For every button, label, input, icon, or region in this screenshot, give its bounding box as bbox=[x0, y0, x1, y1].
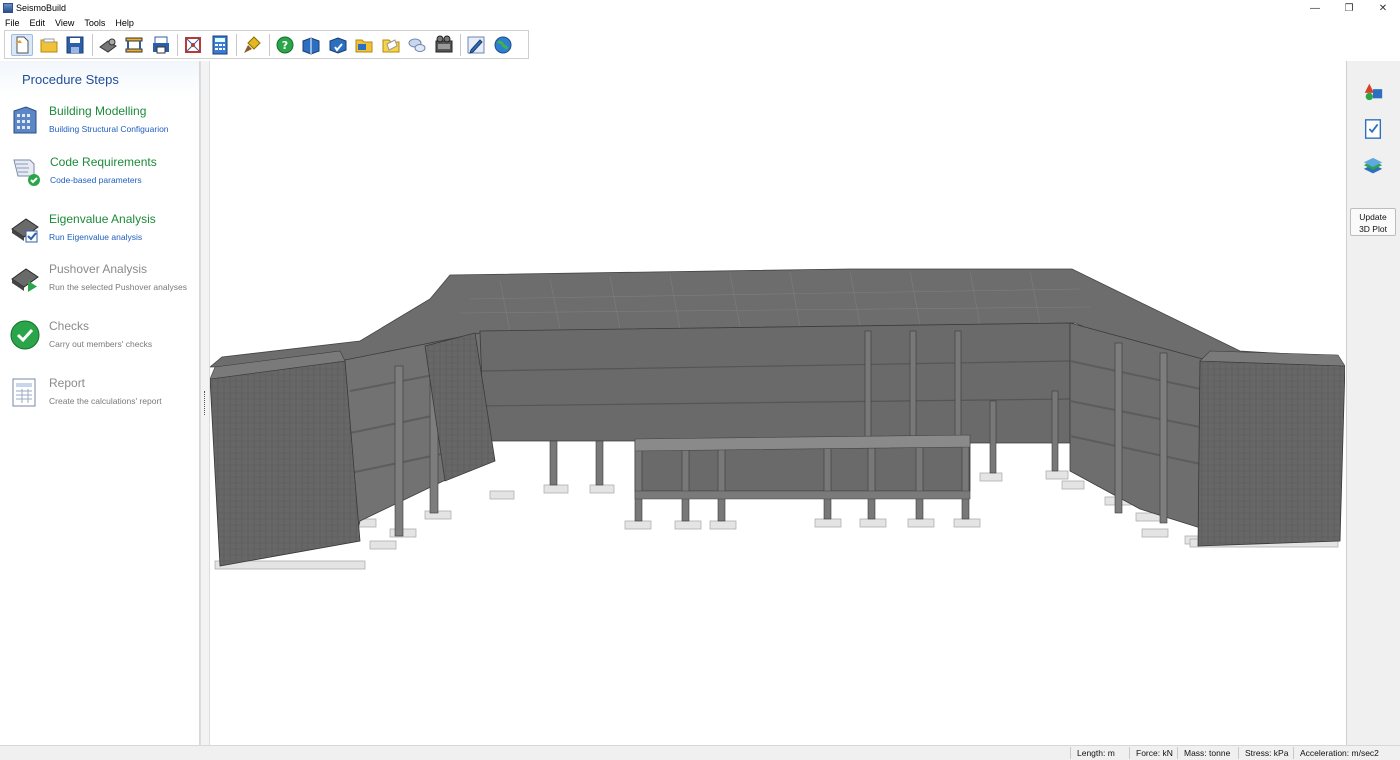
toolbar-separator bbox=[236, 33, 237, 56]
step-building-modelling[interactable]: Building Modelling Building Structural C… bbox=[0, 101, 200, 151]
step-title: Code Requirements bbox=[50, 155, 157, 169]
new-file-icon[interactable] bbox=[11, 33, 33, 56]
panel-splitter[interactable] bbox=[200, 61, 210, 745]
status-separator bbox=[1177, 747, 1178, 759]
step-description: Code-based parameters bbox=[50, 175, 142, 185]
step-description: Run the selected Pushover analyses bbox=[49, 282, 187, 292]
status-force: Force: kN bbox=[1136, 748, 1173, 758]
step-title: Eigenvalue Analysis bbox=[49, 212, 156, 226]
status-stress: Stress: kPa bbox=[1245, 748, 1289, 758]
step-description: Building Structural Configuarion bbox=[49, 124, 169, 134]
seismobuild-window: SeismoBuild — ❐ ✕ File Edit View Tools H… bbox=[0, 0, 1400, 760]
help-icon[interactable]: ? bbox=[274, 34, 296, 56]
shapes-icon[interactable] bbox=[1361, 79, 1385, 103]
minimize-button[interactable]: — bbox=[1298, 0, 1332, 16]
update-3d-plot-button[interactable]: Update 3D Plot bbox=[1350, 208, 1396, 236]
building-icon bbox=[10, 105, 40, 135]
status-separator bbox=[1129, 747, 1130, 759]
step-eigenvalue-analysis[interactable]: Eigenvalue Analysis Run Eigenvalue analy… bbox=[0, 209, 200, 259]
report-icon bbox=[10, 377, 40, 407]
book-check-icon[interactable] bbox=[327, 34, 349, 56]
update-line-1: Update bbox=[1359, 212, 1387, 222]
menu-edit[interactable]: Edit bbox=[25, 18, 51, 28]
folder-icon[interactable] bbox=[353, 34, 375, 56]
folder-open-icon[interactable] bbox=[380, 34, 402, 56]
toolbar-separator bbox=[460, 33, 461, 56]
toolbar-separator bbox=[268, 33, 270, 56]
book-icon[interactable] bbox=[300, 34, 322, 56]
toolbar-separator bbox=[91, 33, 93, 56]
step-title: Checks bbox=[49, 319, 90, 333]
right-toolbar: Update 3D Plot bbox=[1346, 61, 1400, 745]
update-line-2: 3D Plot bbox=[1359, 224, 1387, 234]
step-code-requirements[interactable]: Code Requirements Code-based parameters bbox=[0, 152, 200, 202]
green-check-icon bbox=[10, 320, 40, 350]
toolbar: ? bbox=[4, 30, 529, 59]
close-button[interactable]: ✕ bbox=[1366, 0, 1400, 16]
status-separator bbox=[1238, 747, 1239, 759]
3d-viewport[interactable] bbox=[210, 61, 1345, 745]
toolbar-separator bbox=[177, 33, 178, 56]
step-title: Building Modelling bbox=[49, 104, 147, 118]
status-acceleration: Acceleration: m/sec2 bbox=[1300, 748, 1379, 758]
menu-bar: File Edit View Tools Help bbox=[0, 16, 1400, 29]
step-title: Pushover Analysis bbox=[49, 262, 148, 276]
step-pushover-analysis[interactable]: Pushover Analysis Run the selected Pusho… bbox=[0, 259, 200, 309]
title-bar: SeismoBuild — ❐ ✕ bbox=[0, 0, 1400, 16]
save-icon[interactable] bbox=[64, 34, 86, 56]
brush-icon[interactable] bbox=[241, 34, 263, 56]
status-bar: Length: m Force: kN Mass: tonne Stress: … bbox=[0, 745, 1400, 760]
splitter-grip bbox=[204, 391, 206, 415]
app-icon bbox=[3, 3, 13, 13]
window-title: SeismoBuild bbox=[16, 3, 67, 13]
svg-text:?: ? bbox=[281, 39, 287, 52]
calculator-icon[interactable] bbox=[209, 34, 231, 56]
open-folder-icon[interactable] bbox=[38, 34, 60, 56]
restore-button[interactable]: ❐ bbox=[1332, 0, 1366, 16]
globe-icon[interactable] bbox=[492, 34, 514, 56]
step-description: Carry out members' checks bbox=[49, 339, 153, 349]
step-checks[interactable]: Checks Carry out members' checks bbox=[0, 316, 200, 366]
3d-building-model bbox=[210, 268, 1345, 570]
menu-view[interactable]: View bbox=[50, 18, 79, 28]
layers-icon[interactable] bbox=[1361, 155, 1385, 179]
status-separator bbox=[1293, 747, 1294, 759]
status-mass: Mass: tonne bbox=[1184, 748, 1231, 758]
chat-icon[interactable] bbox=[406, 34, 428, 56]
procedure-steps-header: Procedure Steps bbox=[0, 61, 199, 97]
film-icon[interactable] bbox=[433, 34, 455, 56]
frame-icon[interactable] bbox=[123, 34, 145, 56]
menu-help[interactable]: Help bbox=[110, 18, 139, 28]
analysis-play-icon bbox=[10, 263, 40, 293]
settings-machine-icon[interactable] bbox=[97, 34, 119, 56]
menu-tools[interactable]: Tools bbox=[79, 18, 110, 28]
step-title: Report bbox=[49, 376, 86, 390]
checklist-icon[interactable] bbox=[1361, 117, 1385, 141]
structure-icon[interactable] bbox=[182, 34, 204, 56]
edit-icon[interactable] bbox=[465, 34, 487, 56]
document-check-icon bbox=[10, 156, 40, 186]
step-description: Run Eigenvalue analysis bbox=[49, 232, 143, 242]
status-length: Length: m bbox=[1077, 748, 1115, 758]
step-report[interactable]: Report Create the calculations' report bbox=[0, 373, 200, 423]
step-description: Create the calculations' report bbox=[49, 396, 162, 406]
status-separator bbox=[1070, 747, 1071, 759]
print-icon[interactable] bbox=[150, 34, 172, 56]
procedure-steps-panel: Procedure Steps Building Modelling Build… bbox=[0, 61, 200, 745]
analysis-check-icon bbox=[10, 213, 40, 243]
menu-file[interactable]: File bbox=[0, 18, 25, 28]
